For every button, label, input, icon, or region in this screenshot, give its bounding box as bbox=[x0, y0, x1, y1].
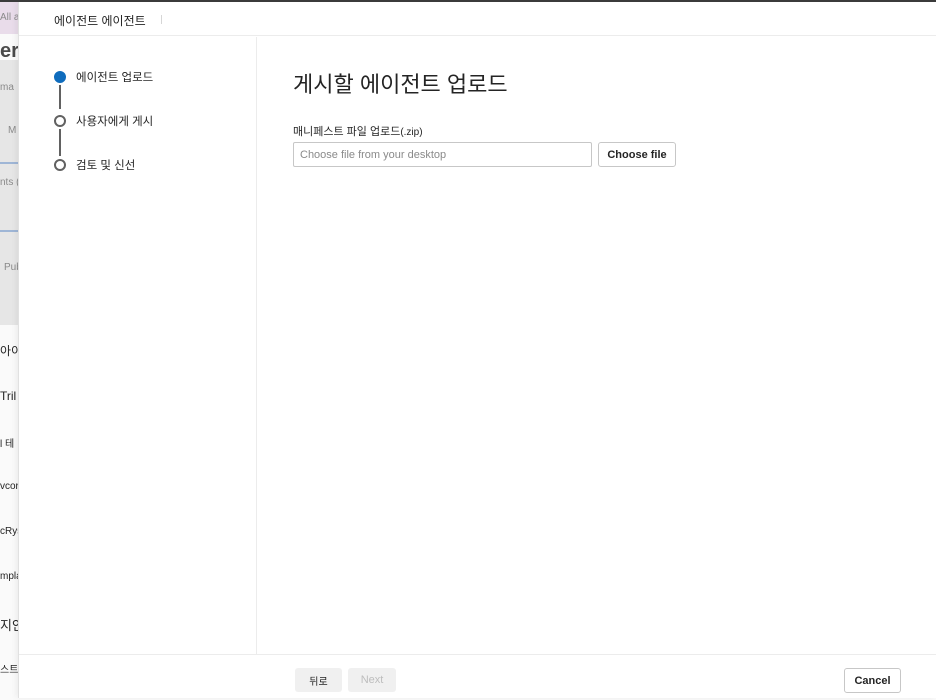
background-sidebar-shade bbox=[0, 60, 18, 325]
step-publish-to-users[interactable]: 사용자에게 게시 bbox=[54, 114, 153, 128]
panel-title: 에이전트 에이전트 bbox=[54, 14, 146, 28]
step-upload-agent[interactable]: 에이전트 업로드 bbox=[54, 70, 153, 84]
next-button[interactable]: Next bbox=[348, 668, 396, 692]
background-text: ma bbox=[0, 82, 14, 93]
background-list-item: l 테 bbox=[0, 439, 15, 450]
background-list-item: Tril bbox=[0, 389, 17, 403]
step-inactive-indicator-icon bbox=[54, 159, 66, 171]
header-separator bbox=[161, 15, 162, 24]
background-text: nts ( bbox=[0, 177, 20, 188]
upload-agent-panel: 에이전트 에이전트 에이전트 업로드 사용자에게 게시 검토 및 신선 게시할 … bbox=[18, 2, 936, 698]
step-review-and-submit[interactable]: 검토 및 신선 bbox=[54, 158, 135, 172]
page-heading: 게시할 에이전트 업로드 bbox=[293, 72, 508, 97]
step-label: 에이전트 업로드 bbox=[76, 72, 154, 84]
background-page-title: er bbox=[0, 40, 19, 62]
manifest-file-input[interactable] bbox=[293, 142, 592, 167]
step-label: 사용자에게 게시 bbox=[76, 116, 154, 128]
background-breadcrumb: All a bbox=[0, 12, 20, 23]
manifest-label-text: 매니페스트 파일 업로드 bbox=[293, 126, 401, 138]
step-active-indicator-icon bbox=[54, 71, 66, 83]
step-label: 검토 및 신선 bbox=[76, 160, 136, 172]
wizard-steps: 에이전트 업로드 사용자에게 게시 검토 및 신선 bbox=[19, 37, 257, 654]
background-divider bbox=[0, 230, 18, 232]
step-connector bbox=[59, 85, 61, 109]
manifest-field-label: 매니페스트 파일 업로드(.zip) bbox=[293, 123, 423, 139]
window-top-border bbox=[0, 0, 936, 2]
step-inactive-indicator-icon bbox=[54, 115, 66, 127]
background-divider bbox=[0, 162, 18, 164]
background-text: M bbox=[8, 125, 17, 136]
cancel-button[interactable]: Cancel bbox=[844, 668, 901, 693]
back-button[interactable]: 뒤로 bbox=[295, 668, 342, 692]
step-connector bbox=[59, 129, 61, 156]
panel-header: 에이전트 에이전트 bbox=[19, 2, 936, 36]
panel-footer: 뒤로 Next Cancel bbox=[19, 654, 936, 698]
manifest-extension-text: (.zip) bbox=[400, 127, 423, 138]
choose-file-button[interactable]: Choose file bbox=[598, 142, 676, 167]
background-list-item: vcor bbox=[0, 481, 19, 492]
